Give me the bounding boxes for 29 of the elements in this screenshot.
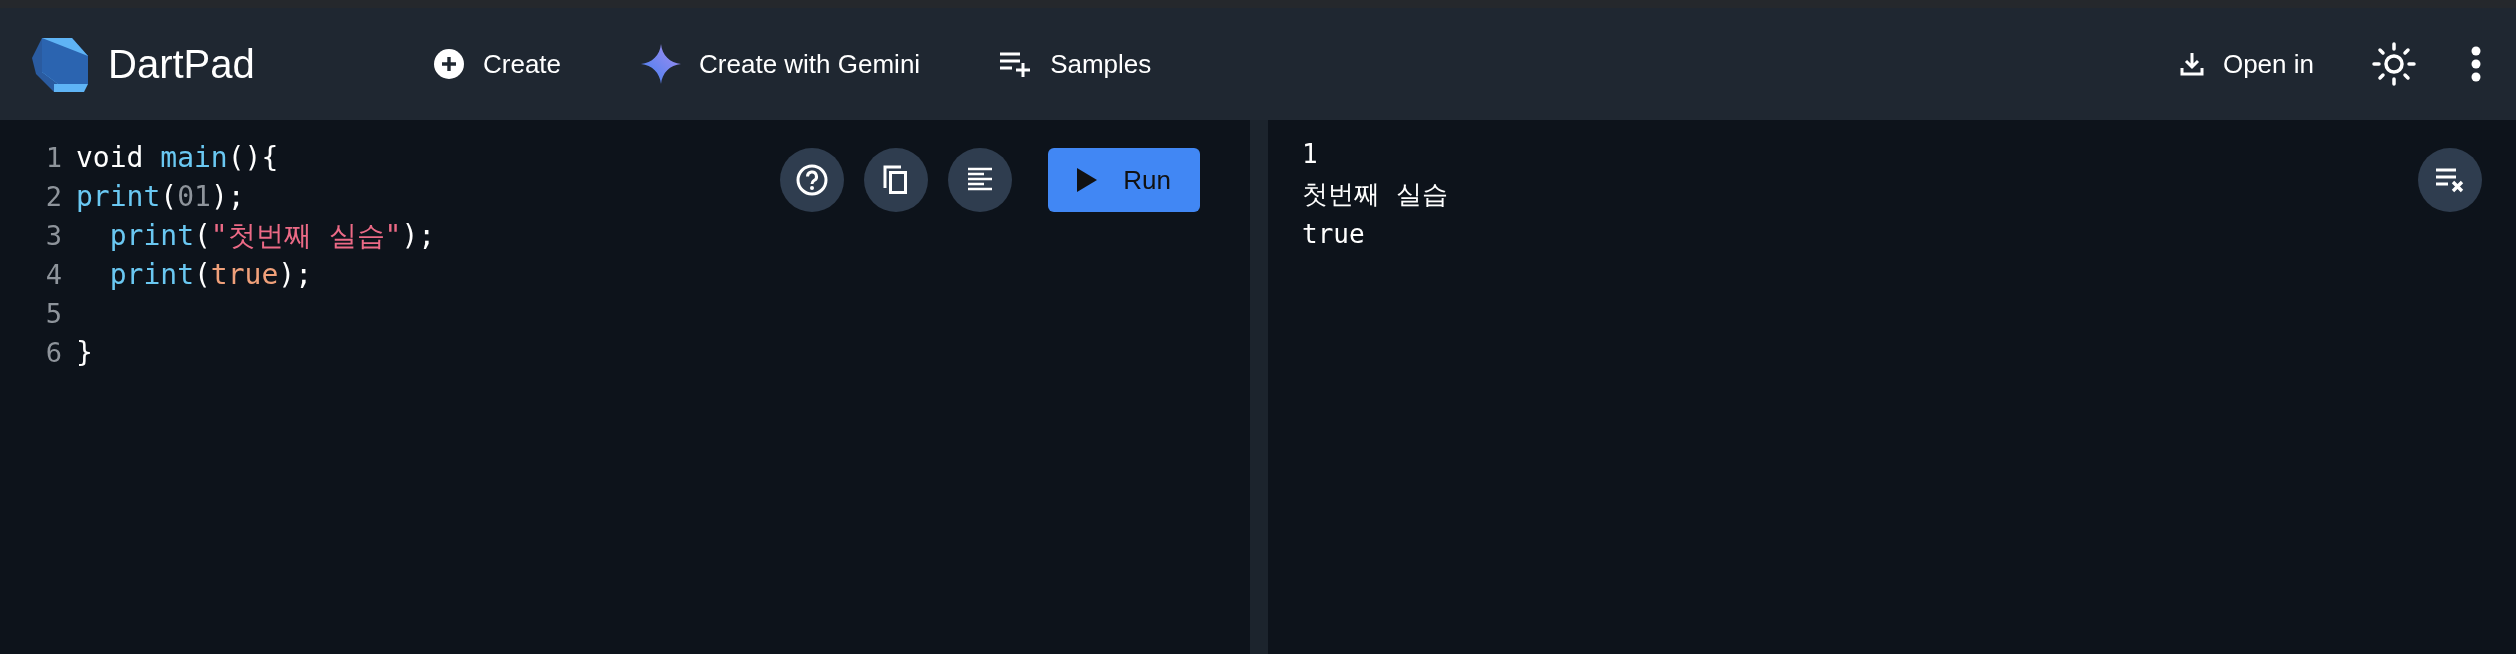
code-line: print(01); [76, 179, 245, 215]
code-line: print("첫번째 실습"); [108, 218, 436, 254]
sun-icon [2372, 42, 2416, 86]
add-circle-icon [433, 48, 465, 80]
run-button[interactable]: Run [1048, 148, 1200, 212]
sparkle-icon [641, 44, 682, 84]
download-icon [2178, 51, 2205, 77]
playlist-add-icon [1000, 51, 1033, 77]
line-number: 5 [44, 297, 63, 331]
output-line: true [1302, 218, 1365, 251]
line-number: 4 [44, 258, 63, 292]
clear-list-icon [2434, 166, 2466, 194]
line-number: 6 [44, 336, 63, 370]
code-line: } [76, 335, 93, 371]
app-title: DartPad [108, 41, 255, 88]
line-number: 1 [44, 141, 63, 175]
code-line: void main(){ [76, 140, 279, 176]
nav-button[interactable]: Create [423, 38, 572, 90]
nav-button[interactable]: Create with Gemini [631, 38, 931, 90]
line-number: 3 [44, 219, 63, 253]
output-line: 1 [1302, 138, 1318, 171]
line-number: 2 [44, 180, 63, 214]
open-in-button[interactable]: Open in [2168, 38, 2324, 90]
play-icon [1077, 168, 1098, 192]
more-icon [2470, 46, 2482, 82]
nav-button[interactable]: Samples [990, 38, 1162, 90]
output-line: 첫번째 실습 [1302, 178, 1448, 211]
code-line: print(true); [108, 257, 312, 293]
help-icon [795, 163, 829, 197]
